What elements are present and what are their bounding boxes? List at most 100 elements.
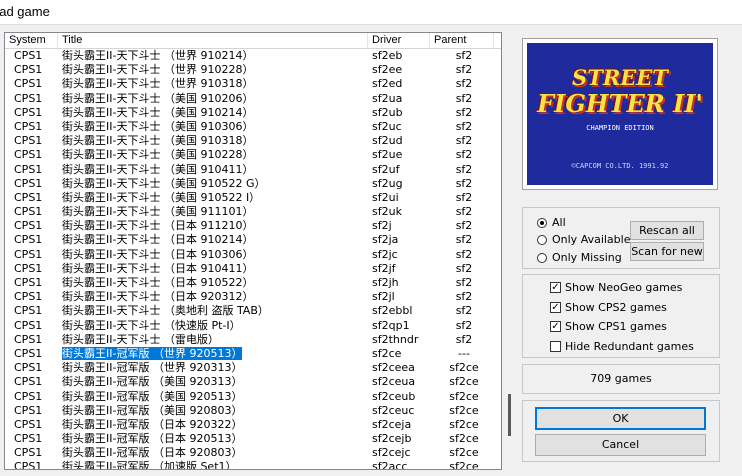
- cell-driver: sf2uf: [372, 162, 400, 176]
- cell-driver: sf2jf: [372, 261, 396, 275]
- cell-driver: sf2eb: [372, 49, 403, 62]
- cell-title: 街头霸王II-天下斗士 （日本 910522）: [62, 276, 254, 289]
- table-row[interactable]: CPS1 街头霸王II-冠军版 （日本 920513） sf2cejb sf2ce: [5, 432, 501, 446]
- cell-system: CPS1: [14, 63, 43, 77]
- table-row[interactable]: CPS1 街头霸王II-天下斗士 （美国 911101） sf2uk sf2: [5, 205, 501, 219]
- table-row[interactable]: CPS1 街头霸王II-天下斗士 （日本 910306） sf2jc sf2: [5, 248, 501, 262]
- table-row[interactable]: CPS1 街头霸王II-天下斗士 （日本 910411） sf2jf sf2: [5, 262, 501, 276]
- cell-system: CPS1: [14, 176, 43, 190]
- list-rows: CPS1 街头霸王II-天下斗士 （世界 910214） sf2eb sf2 CPS1 街…: [5, 49, 501, 470]
- rescan-all-button[interactable]: Rescan all: [630, 221, 704, 240]
- cell-title: 街头霸王II-天下斗士 （世界 910318）: [62, 77, 254, 91]
- cell-title: 街头霸王II-天下斗士 （美国 911101）: [62, 205, 254, 219]
- check-neogeo-box[interactable]: ✓: [550, 282, 561, 293]
- cell-parent: sf2: [455, 91, 473, 105]
- cell-parent: sf2ce: [449, 403, 479, 417]
- cell-title: 街头霸王II-冠军版 （日本 920803）: [62, 446, 243, 460]
- table-row[interactable]: CPS1 街头霸王II-冠军版 （美国 920513） sf2ceub sf2ce: [5, 390, 501, 404]
- table-row[interactable]: CPS1 街头霸王II-天下斗士 （奥地利 盗版 TAB） sf2ebbl sf2: [5, 304, 501, 318]
- column-header-title[interactable]: Title: [58, 33, 368, 48]
- cell-parent: sf2: [455, 233, 473, 247]
- cell-title: 街头霸王II-冠军版 （加速版 Set1）: [62, 460, 237, 470]
- table-row[interactable]: CPS1 街头霸王II-天下斗士 （日本 911210） sf2j sf2: [5, 219, 501, 233]
- cell-parent: sf2: [455, 247, 473, 261]
- vertical-scrollbar[interactable]: [504, 32, 516, 468]
- table-row[interactable]: CPS1 街头霸王II-冠军版 （世界 920513） sf2ce ---: [5, 346, 501, 361]
- logo-line-1: STREET: [572, 65, 668, 90]
- table-row[interactable]: CPS1 街头霸王II-天下斗士 （美国 910214） sf2ub sf2: [5, 106, 501, 120]
- cell-driver: sf2uk: [372, 205, 402, 219]
- cell-system: CPS1: [14, 148, 43, 162]
- table-row[interactable]: CPS1 街头霸王II-天下斗士 （日本 920312） sf2jl sf2: [5, 290, 501, 304]
- cell-title: 街头霸王II-冠军版 （日本 920513）: [62, 432, 243, 446]
- ok-button[interactable]: OK: [535, 407, 706, 430]
- cell-system: CPS1: [14, 276, 43, 289]
- cell-parent: sf2: [455, 63, 473, 77]
- table-row[interactable]: CPS1 街头霸王II-天下斗士 （美国 910228） sf2ue sf2: [5, 148, 501, 162]
- cell-parent: sf2: [455, 318, 473, 332]
- column-header-system[interactable]: System: [5, 33, 58, 48]
- cancel-button[interactable]: Cancel: [535, 434, 706, 456]
- table-row[interactable]: CPS1 街头霸王II-天下斗士 （世界 910228） sf2ee sf2: [5, 63, 501, 77]
- radio-all-indicator[interactable]: [537, 218, 547, 228]
- table-row[interactable]: CPS1 街头霸王II-天下斗士 （美国 910411） sf2uf sf2: [5, 163, 501, 177]
- table-row[interactable]: CPS1 街头霸王II-冠军版 （美国 920313） sf2ceua sf2ce: [5, 375, 501, 389]
- window-title: oad game: [0, 4, 50, 19]
- cell-system: CPS1: [14, 318, 43, 332]
- table-row[interactable]: CPS1 街头霸王II-冠军版 （日本 920803） sf2cejc sf2ce: [5, 446, 501, 460]
- check-cps1-box[interactable]: ✓: [550, 321, 561, 332]
- cell-system: CPS1: [14, 233, 43, 247]
- table-row[interactable]: CPS1 街头霸王II-冠军版 （加速版 Set1） sf2acc sf2ce: [5, 460, 501, 470]
- cell-title: 街头霸王II-天下斗士 （日本 910411）: [62, 261, 254, 275]
- table-row[interactable]: CPS1 街头霸王II-天下斗士 （日本 910214） sf2ja sf2: [5, 233, 501, 247]
- cell-system: CPS1: [14, 190, 43, 204]
- cell-system: CPS1: [14, 460, 43, 470]
- cell-driver: sf2qp1: [372, 318, 410, 332]
- cell-system: CPS1: [14, 346, 43, 360]
- check-cps2-label: Show CPS2 games: [565, 301, 667, 314]
- table-row[interactable]: CPS1 街头霸王II-天下斗士 （世界 910318） sf2ed sf2: [5, 77, 501, 91]
- cell-system: CPS1: [14, 247, 43, 261]
- scrollbar-thumb[interactable]: [508, 394, 511, 436]
- cell-driver: sf2ua: [372, 91, 403, 105]
- check-hide-redundant-label: Hide Redundant games: [565, 340, 694, 353]
- cell-title: 街头霸王II-天下斗士 （美国 910228）: [62, 148, 254, 162]
- radio-only-available-indicator[interactable]: [537, 235, 547, 245]
- cell-parent: sf2: [455, 162, 473, 176]
- options-group: ✓ Show NeoGeo games ✓ Show CPS2 games ✓ …: [522, 274, 720, 358]
- cell-system: CPS1: [14, 91, 43, 105]
- table-row[interactable]: CPS1 街头霸王II-天下斗士 （快速版 Pt-I） sf2qp1 sf2: [5, 319, 501, 333]
- table-row[interactable]: CPS1 街头霸王II-天下斗士 （美国 910522 G） sf2ug sf2: [5, 177, 501, 191]
- column-header-driver[interactable]: Driver: [368, 33, 430, 48]
- game-count: 709 games: [590, 372, 652, 385]
- radio-only-missing-indicator[interactable]: [537, 253, 547, 263]
- table-row[interactable]: CPS1 街头霸王II-冠军版 （美国 920803） sf2ceuc sf2ce: [5, 404, 501, 418]
- table-row[interactable]: CPS1 街头霸王II-天下斗士 （雷电版） sf2thndr sf2: [5, 333, 501, 347]
- table-row[interactable]: CPS1 街头霸王II-天下斗士 （美国 910306） sf2uc sf2: [5, 120, 501, 134]
- cell-title: 街头霸王II-天下斗士 （美国 910522 I）: [62, 190, 261, 204]
- game-preview: STREET FIGHTER II' CHAMPION EDITION ©CAP…: [522, 38, 718, 190]
- column-header-parent[interactable]: Parent: [430, 33, 494, 48]
- cell-title: 街头霸王II-冠军版 （世界 920313）: [62, 361, 243, 375]
- cell-driver: sf2ceea: [372, 361, 415, 375]
- cell-parent: sf2ce: [449, 460, 479, 470]
- table-row[interactable]: CPS1 街头霸王II-天下斗士 （美国 910318） sf2ud sf2: [5, 134, 501, 148]
- cell-parent: sf2: [455, 134, 473, 148]
- table-row[interactable]: CPS1 街头霸王II-天下斗士 （美国 910206） sf2ua sf2: [5, 92, 501, 106]
- table-row[interactable]: CPS1 街头霸王II-天下斗士 （日本 910522） sf2jh sf2: [5, 276, 501, 290]
- check-hide-redundant-box[interactable]: [550, 341, 561, 352]
- table-row[interactable]: CPS1 街头霸王II-天下斗士 （美国 910522 I） sf2ui sf2: [5, 191, 501, 205]
- cell-driver: sf2jc: [372, 247, 398, 261]
- check-cps2-box[interactable]: ✓: [550, 302, 561, 313]
- cell-driver: sf2jh: [372, 276, 399, 289]
- cell-title: 街头霸王II-天下斗士 （奥地利 盗版 TAB）: [62, 304, 269, 318]
- table-row[interactable]: CPS1 街头霸王II-冠军版 （日本 920322） sf2ceja sf2ce: [5, 418, 501, 432]
- cell-parent: sf2ce: [449, 432, 479, 446]
- table-row[interactable]: CPS1 街头霸王II-天下斗士 （世界 910214） sf2eb sf2: [5, 49, 501, 63]
- table-row[interactable]: CPS1 街头霸王II-冠军版 （世界 920313） sf2ceea sf2ce: [5, 361, 501, 375]
- game-list[interactable]: System Title Driver Parent CPS1 街头霸王II-天下…: [4, 32, 502, 470]
- cell-driver: sf2ceua: [372, 375, 416, 389]
- cell-driver: sf2ja: [372, 233, 399, 247]
- scan-for-new-button[interactable]: Scan for new: [630, 242, 704, 261]
- cell-parent: sf2: [455, 276, 473, 289]
